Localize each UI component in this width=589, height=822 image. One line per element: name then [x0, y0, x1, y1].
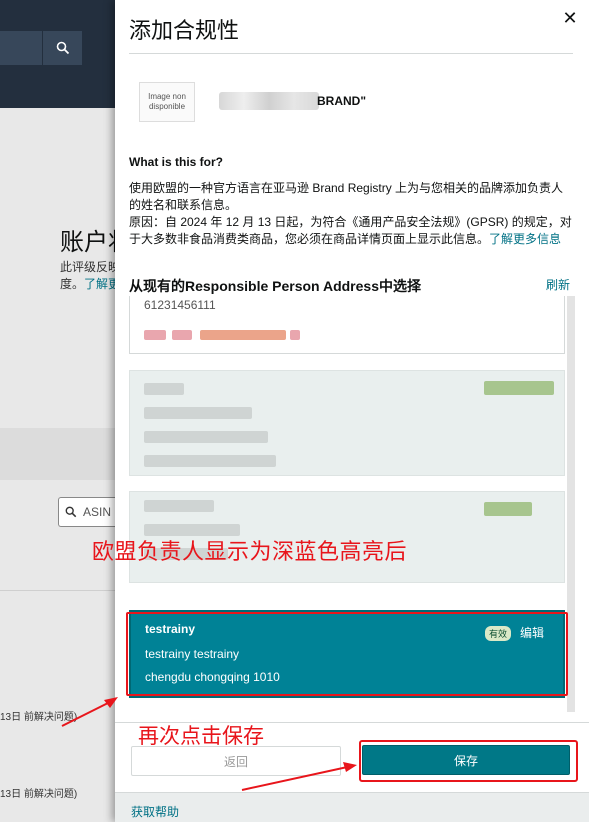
redacted-text — [290, 330, 300, 340]
redacted-text — [144, 455, 276, 467]
redacted-text — [144, 407, 252, 419]
redacted-text — [144, 383, 184, 395]
background-row: 13日 前解决问题) — [0, 712, 78, 723]
search-icon — [65, 506, 77, 518]
select-address-heading: 从现有的Responsible Person Address中选择 — [129, 278, 421, 294]
description: 使用欧盟的一种官方语言在亚马逊 Brand Registry 上为与您相关的品牌… — [129, 180, 575, 248]
background-row: 13日 前解决问题) — [0, 789, 78, 800]
brand-name: BRAND" — [317, 94, 367, 108]
learn-more-link[interactable]: 了解更多信息 — [489, 232, 561, 246]
refresh-link[interactable]: 刷新 — [546, 276, 570, 293]
background-description: 此评级反映 — [60, 260, 121, 274]
redacted-text — [200, 330, 286, 340]
redacted-text — [144, 500, 214, 512]
get-help-link[interactable]: 获取帮助 — [131, 803, 179, 820]
address-card[interactable]: 61231456111 — [129, 296, 565, 354]
annotation-highlight-save-button — [359, 740, 578, 782]
redacted-badge — [484, 502, 532, 516]
redacted-text — [144, 330, 166, 340]
redacted-badge — [484, 381, 554, 395]
background-search-button[interactable] — [42, 31, 82, 65]
description-line2: 原因：自 2024 年 12 月 13 日起，为符合《通用产品安全法规》(GPS… — [129, 215, 572, 246]
background-search-input[interactable] — [0, 31, 42, 65]
address-phone: 61231456111 — [144, 298, 216, 312]
annotation-note-save: 再次点击保存 — [138, 725, 264, 748]
address-card[interactable] — [129, 370, 565, 476]
redacted-text — [144, 431, 268, 443]
background-description-line2: 度。了解更 — [60, 277, 121, 291]
close-button[interactable]: ✕ — [558, 6, 582, 30]
back-button[interactable]: 返回 — [131, 746, 341, 776]
redacted-text — [172, 330, 192, 340]
brand-name-redacted — [219, 92, 319, 110]
search-icon — [56, 41, 69, 55]
brand-image-placeholder: Image non disponible — [139, 82, 195, 122]
add-compliance-dialog: 添加合规性 ✕ Image non disponible BRAND" What… — [115, 0, 589, 822]
description-line1: 使用欧盟的一种官方语言在亚马逊 Brand Registry 上为与您相关的品牌… — [129, 181, 564, 212]
title-divider — [129, 53, 573, 54]
annotation-highlight-selected-card — [126, 612, 568, 696]
close-icon: ✕ — [562, 7, 578, 28]
background-divider — [0, 590, 120, 591]
background-asin-search[interactable]: ASIN — [58, 497, 120, 527]
annotation-note-highlight: 欧盟负责人显示为深蓝色高亮后 — [92, 539, 408, 564]
dialog-title: 添加合规性 — [129, 18, 240, 43]
help-bar: 获取帮助 — [115, 792, 589, 822]
what-is-this-heading: What is this for? — [129, 155, 223, 169]
